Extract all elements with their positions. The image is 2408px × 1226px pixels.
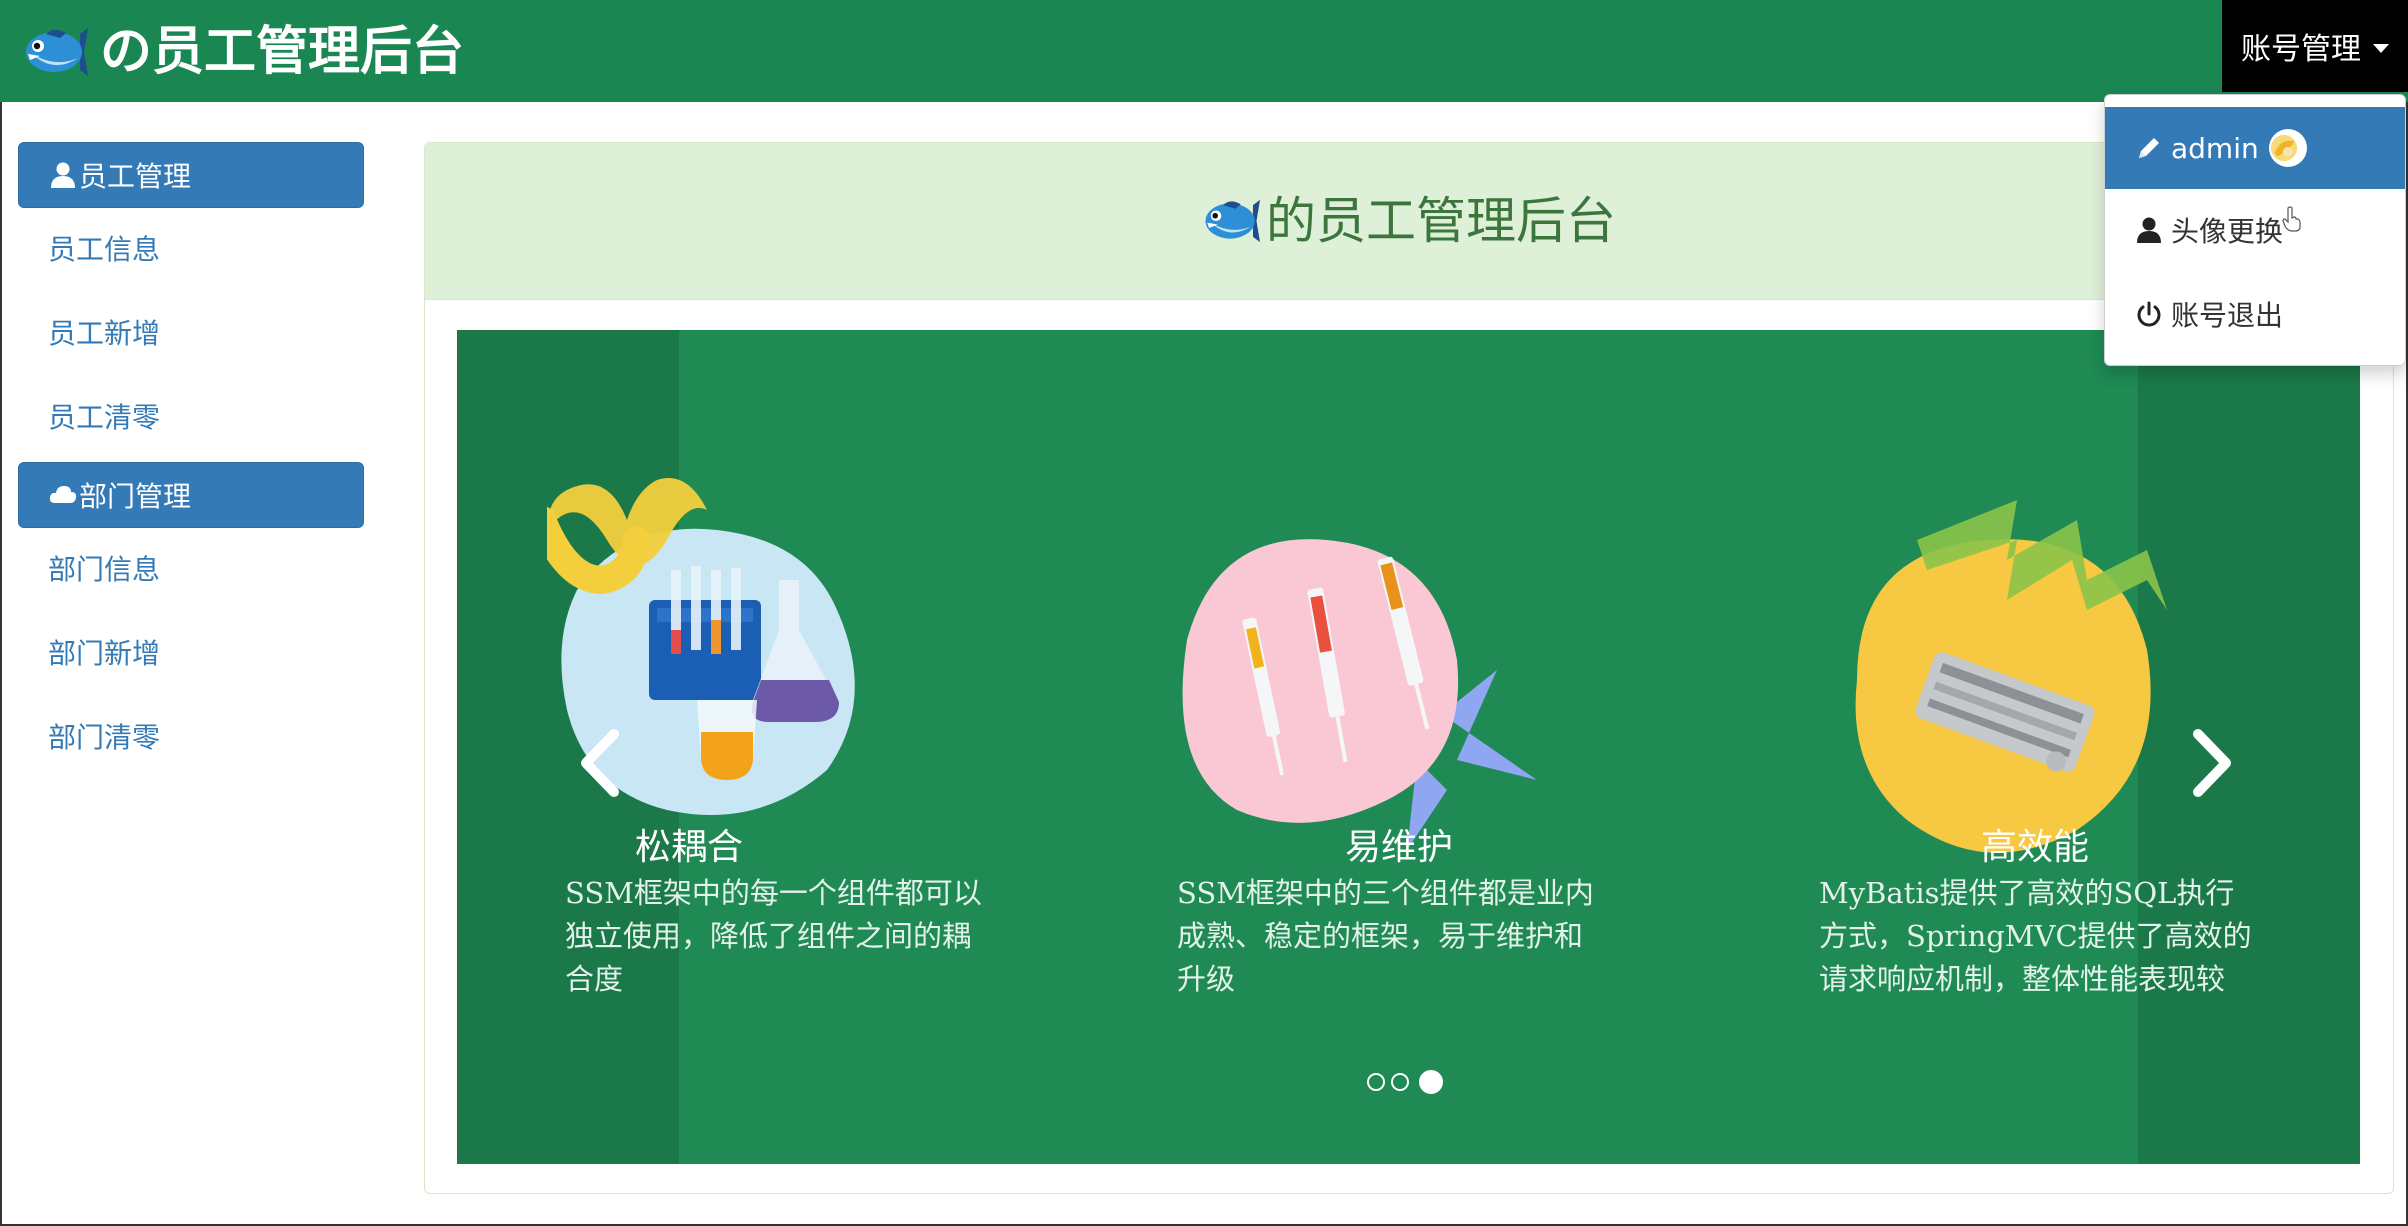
feature-desc-line: 方式，SpringMVC提供了高效的 bbox=[1819, 919, 2252, 953]
feature-desc-loose-coupling: SSM框架中的每一个组件都可以 独立使用，降低了组件之间的耦 合度 bbox=[565, 872, 1005, 1001]
sidebar-group-label: 员工管理 bbox=[79, 160, 192, 193]
sidebar-item-department-info[interactable]: 部门信息 bbox=[18, 528, 366, 612]
sidebar-group-label: 部门管理 bbox=[79, 480, 192, 513]
feature-title-loose-coupling: 松耦合 bbox=[635, 827, 744, 868]
panel-title: 的员工管理后台 bbox=[1266, 192, 1616, 250]
feature-carousel[interactable]: 松耦合 SSM框架中的每一个组件都可以 独立使用，降低了组件之间的耦 合度 易维… bbox=[457, 330, 2360, 1164]
avatar bbox=[2268, 129, 2307, 167]
carousel-prev-icon[interactable] bbox=[572, 728, 632, 798]
carousel-indicator-3[interactable] bbox=[1419, 1070, 1443, 1094]
account-menu-label: 账号管理 bbox=[2241, 32, 2361, 67]
brand[interactable]: の员工管理后台 bbox=[22, 18, 464, 86]
feature-title-high-performance: 高效能 bbox=[1981, 827, 2090, 868]
pencil-icon bbox=[2139, 138, 2159, 158]
carousel-indicators bbox=[1367, 1070, 1443, 1094]
feature-desc-line: MyBatis提供了高效的SQL执行 bbox=[1819, 876, 2235, 910]
feature-desc-line: 请求响应机制，整体性能表现较 bbox=[1819, 962, 2226, 996]
account-dropdown-menu: admin 头像更换 账号退出 bbox=[2104, 94, 2406, 366]
sidebar-item-employee-info[interactable]: 员工信息 bbox=[18, 208, 366, 292]
feature-desc-maintainable: SSM框架中的三个组件都是业内 成熟、稳定的框架，易于维护和 升级 bbox=[1177, 872, 1617, 1001]
carousel-indicator-1[interactable] bbox=[1367, 1073, 1385, 1091]
dropdown-item-label: admin bbox=[2171, 131, 2259, 165]
fish-icon bbox=[1202, 196, 1260, 246]
sidebar-item-department-add[interactable]: 部门新增 bbox=[18, 612, 366, 696]
avatar-image-icon bbox=[2270, 134, 2297, 162]
panel-heading: 的员工管理后台 bbox=[425, 143, 2393, 300]
cloud-icon bbox=[49, 486, 77, 503]
sidebar-group-employee[interactable]: 员工管理 bbox=[18, 142, 364, 208]
user-icon bbox=[51, 162, 75, 188]
feature-desc-line: 升级 bbox=[1177, 962, 1236, 996]
feature-desc-line: 成熟、稳定的框架，易于维护和 bbox=[1177, 919, 1584, 953]
power-icon bbox=[2137, 301, 2161, 327]
sidebar-item-department-clear[interactable]: 部门清零 bbox=[18, 696, 366, 780]
carousel-next-icon[interactable] bbox=[2180, 728, 2240, 798]
feature-title-maintainable: 易维护 bbox=[1345, 827, 1454, 868]
mouse-cursor-hand-icon bbox=[2282, 206, 2301, 232]
sidebar-group-department[interactable]: 部门管理 bbox=[18, 462, 364, 528]
dropdown-item-logout[interactable]: 账号退出 bbox=[2105, 273, 2405, 355]
top-navbar: の员工管理后台 账号管理 bbox=[0, 0, 2408, 102]
carousel-indicator-2[interactable] bbox=[1391, 1073, 1409, 1091]
dropdown-item-label: 头像更换 bbox=[2171, 215, 2284, 248]
fish-logo-icon bbox=[22, 24, 88, 80]
feature-desc-line: 独立使用，降低了组件之间的耦 bbox=[565, 919, 972, 953]
sidebar-item-employee-clear[interactable]: 员工清零 bbox=[18, 376, 366, 460]
sidebar: 员工管理 员工信息 员工新增 员工清零 部门管理 部门信息 部门新增 部门清零 bbox=[18, 142, 366, 780]
feature-desc-line: SSM框架中的三个组件都是业内 bbox=[1177, 876, 1594, 910]
dropdown-item-change-avatar[interactable]: 头像更换 bbox=[2105, 189, 2405, 271]
user-icon bbox=[2137, 217, 2161, 243]
feature-desc-line: SSM框架中的每一个组件都可以 bbox=[565, 876, 982, 910]
dropdown-item-admin[interactable]: admin bbox=[2105, 107, 2405, 189]
dropdown-item-label: 账号退出 bbox=[2171, 299, 2284, 332]
feature-desc-high-performance: MyBatis提供了高效的SQL执行 方式，SpringMVC提供了高效的 请求… bbox=[1819, 872, 2279, 1001]
feature-desc-line: 合度 bbox=[565, 962, 624, 996]
caret-down-icon bbox=[2373, 43, 2389, 53]
brand-title: の员工管理后台 bbox=[100, 22, 465, 82]
sidebar-item-employee-add[interactable]: 员工新增 bbox=[18, 292, 366, 376]
account-menu-button[interactable]: 账号管理 bbox=[2222, 0, 2408, 92]
